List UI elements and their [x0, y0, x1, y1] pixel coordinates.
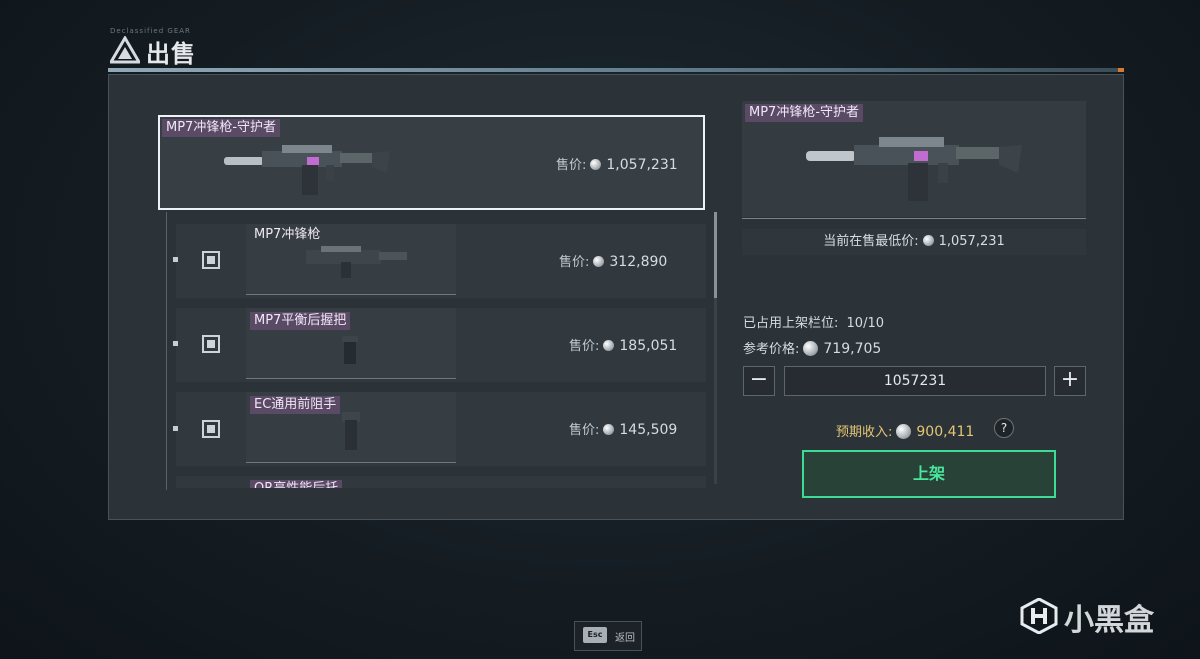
slots-info: 已占用上架栏位: 10/10	[743, 312, 884, 331]
smg-image	[306, 246, 407, 278]
item-thumbnail: EC通用前阻手	[246, 392, 456, 463]
selected-price-label: 售价:	[556, 158, 587, 173]
coin-icon	[603, 340, 615, 351]
smg-guardian-image	[224, 145, 390, 195]
item-name: MP7平衡后握把	[250, 312, 351, 330]
list-for-sale-button[interactable]: 上架	[802, 450, 1056, 498]
income-value: 900,411	[916, 424, 975, 440]
item-thumbnail: MP7冲锋枪	[246, 224, 456, 295]
header-divider	[108, 68, 1124, 72]
selected-item-card[interactable]: MP7冲锋枪-守护者 售价: 1,057,231	[158, 115, 705, 210]
coin-icon	[896, 424, 912, 439]
item-thumbnail: MP7平衡后握把	[246, 308, 456, 379]
increase-price-button[interactable]: +	[1054, 366, 1086, 396]
item-price-value: 145,509	[619, 422, 678, 438]
item-name: QR高性能后托	[250, 480, 343, 488]
reference-price: 参考价格: 719,705	[743, 338, 881, 357]
back-label: 返回	[615, 633, 635, 644]
smg-guardian-image	[806, 137, 1022, 201]
tree-bullet	[173, 426, 178, 431]
decrease-price-button[interactable]: −	[743, 366, 775, 396]
scrollbar-thumb[interactable]	[714, 212, 717, 298]
item-price-value: 312,890	[609, 254, 668, 270]
help-button[interactable]: ?	[994, 418, 1014, 438]
item-price-label: 售价:	[559, 255, 590, 270]
ref-price-label: 参考价格:	[743, 342, 800, 357]
coin-icon	[603, 424, 615, 435]
list-item-grip[interactable]: MP7平衡后握把 售价: 185,051	[176, 308, 706, 382]
item-price-label: 售价:	[569, 339, 600, 354]
selected-price-value: 1,057,231	[606, 157, 678, 173]
coin-icon	[922, 235, 934, 246]
select-checkbox[interactable]	[202, 251, 220, 269]
sell-logo-icon	[110, 36, 140, 64]
slots-label: 已占用上架栏位:	[743, 316, 839, 331]
select-checkbox[interactable]	[202, 420, 220, 438]
detail-preview: MP7冲锋枪-守护者	[742, 101, 1086, 219]
grip-image	[342, 336, 358, 364]
coin-icon	[590, 159, 602, 170]
page-title: 出售	[146, 40, 196, 68]
list-tree-line	[166, 212, 167, 490]
select-checkbox[interactable]	[202, 335, 220, 353]
esc-key-icon: Esc	[583, 627, 607, 643]
item-price-value: 185,051	[619, 338, 678, 354]
lowest-price-value: 1,057,231	[938, 234, 1005, 249]
item-name: EC通用前阻手	[250, 396, 341, 414]
xiaoheihe-logo-icon	[1020, 598, 1058, 634]
coin-icon	[803, 341, 819, 356]
ref-price-value: 719,705	[823, 341, 882, 357]
price-input[interactable]: 1057231	[784, 366, 1046, 396]
lowest-price-label: 当前在售最低价:	[823, 234, 919, 249]
expected-income: 预期收入: 900,411	[836, 421, 974, 440]
watermark-text: 小黑盒	[1064, 603, 1154, 638]
lowest-price-bar: 当前在售最低价: 1,057,231	[742, 229, 1086, 255]
slots-value: 10/10	[846, 316, 884, 331]
foregrip-image	[342, 412, 360, 450]
list-item-stock[interactable]: QR高性能后托	[176, 476, 706, 488]
item-price-label: 售价:	[569, 423, 600, 438]
list-item-mp7[interactable]: MP7冲锋枪 售价: 312,890	[176, 224, 706, 298]
income-label: 预期收入:	[836, 425, 893, 440]
list-item-foregrip[interactable]: EC通用前阻手 售价: 145,509	[176, 392, 706, 466]
tree-bullet	[173, 257, 178, 262]
tree-bullet	[173, 341, 178, 346]
coin-icon	[593, 256, 605, 267]
